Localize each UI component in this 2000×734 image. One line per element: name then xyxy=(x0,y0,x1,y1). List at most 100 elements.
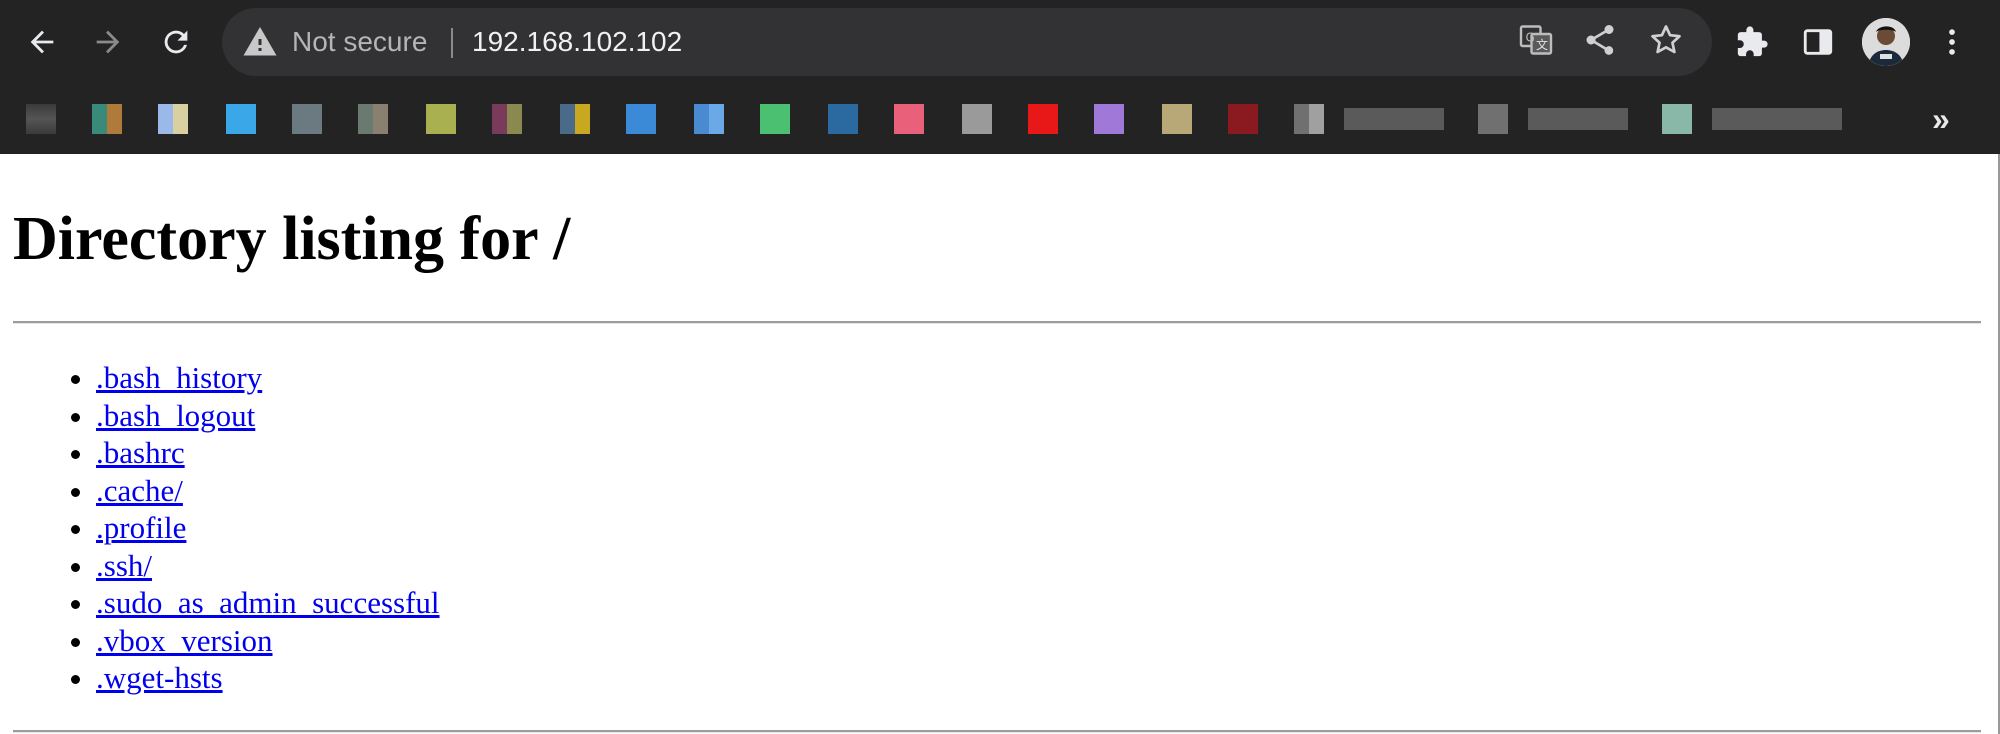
bookmark-item[interactable] xyxy=(1290,84,1446,154)
bookmark-favicon-icon xyxy=(26,104,56,134)
bookmark-item[interactable] xyxy=(1474,84,1630,154)
bookmark-star-button[interactable] xyxy=(1648,22,1688,62)
folder-link[interactable]: .ssh/ xyxy=(96,548,152,583)
bookmark-item[interactable] xyxy=(88,84,128,154)
file-link[interactable]: .bash_history xyxy=(96,360,262,395)
bookmark-favicon-icon xyxy=(1662,104,1692,134)
bookmark-item[interactable] xyxy=(1158,84,1198,154)
bookmarks-overflow-chevron-icon[interactable]: » xyxy=(1932,84,1950,154)
list-item: .cache/ xyxy=(96,472,440,510)
bookmark-favicon-icon xyxy=(1028,104,1058,134)
bookmark-favicon-icon xyxy=(92,104,122,134)
bookmark-favicon-icon xyxy=(626,104,656,134)
bookmark-label-redacted xyxy=(1712,108,1842,130)
list-item: .bash_history xyxy=(96,359,440,397)
list-item: .ssh/ xyxy=(96,547,440,585)
bookmark-item[interactable] xyxy=(622,84,662,154)
reload-button[interactable] xyxy=(146,12,206,72)
bookmark-favicon-icon xyxy=(1228,104,1258,134)
bookmark-favicon-icon xyxy=(426,104,456,134)
bookmark-favicon-icon xyxy=(1162,104,1192,134)
bookmark-item[interactable] xyxy=(1224,84,1264,154)
list-item: .sudo_as_admin_successful xyxy=(96,584,440,622)
bookmark-item[interactable] xyxy=(22,84,62,154)
profile-photo-icon xyxy=(1862,18,1910,66)
list-item: .profile xyxy=(96,509,440,547)
translate-button[interactable]: G 文 xyxy=(1518,22,1558,62)
svg-text:G: G xyxy=(1526,31,1535,45)
bookmark-item[interactable] xyxy=(1658,84,1844,154)
kebab-menu-icon xyxy=(1949,29,1955,55)
folder-link[interactable]: .cache/ xyxy=(96,473,183,508)
bookmark-item[interactable] xyxy=(488,84,528,154)
top-divider xyxy=(13,321,1981,324)
puzzle-piece-icon xyxy=(1737,26,1768,57)
security-status-label[interactable]: Not secure xyxy=(292,8,427,76)
bookmark-item[interactable] xyxy=(288,84,328,154)
bookmark-favicon-icon xyxy=(760,104,790,134)
bookmark-item[interactable] xyxy=(222,84,262,154)
address-divider xyxy=(451,28,453,58)
forward-arrow-icon xyxy=(96,30,120,54)
bookmark-item[interactable] xyxy=(154,84,194,154)
bookmark-favicon-icon xyxy=(1294,104,1324,134)
browser-toolbar: Not secure 192.168.102.102 G 文 xyxy=(0,0,2000,84)
side-panel-icon xyxy=(1803,29,1833,55)
bookmark-favicon-icon xyxy=(1094,104,1124,134)
list-item: .bash_logout xyxy=(96,397,440,435)
back-arrow-icon xyxy=(30,30,54,54)
bookmark-item[interactable] xyxy=(422,84,462,154)
bookmark-item[interactable] xyxy=(756,84,796,154)
page-content: Directory listing for / .bash_history .b… xyxy=(0,154,2000,734)
star-icon xyxy=(1651,25,1681,54)
bookmark-favicon-icon xyxy=(158,104,188,134)
bookmark-favicon-icon xyxy=(292,104,322,134)
bookmark-item[interactable] xyxy=(354,84,394,154)
bookmark-favicon-icon xyxy=(560,104,590,134)
list-item: .vbox_version xyxy=(96,622,440,660)
bookmark-favicon-icon xyxy=(492,104,522,134)
translate-icon: G 文 xyxy=(1519,25,1553,55)
svg-text:文: 文 xyxy=(1536,37,1548,52)
bookmark-favicon-icon xyxy=(962,104,992,134)
bookmark-favicon-icon xyxy=(358,104,388,134)
bookmark-favicon-icon xyxy=(694,104,724,134)
share-button[interactable] xyxy=(1582,22,1622,62)
bookmark-item[interactable] xyxy=(556,84,596,154)
bookmark-item[interactable] xyxy=(690,84,730,154)
profile-avatar[interactable] xyxy=(1862,18,1910,66)
warning-triangle-icon[interactable] xyxy=(242,24,278,60)
file-list: .bash_history .bash_logout .bashrc .cach… xyxy=(0,359,440,697)
bookmark-item[interactable] xyxy=(890,84,930,154)
bookmark-item[interactable] xyxy=(824,84,864,154)
bookmark-item[interactable] xyxy=(958,84,998,154)
bookmark-label-redacted xyxy=(1344,108,1444,130)
address-bar[interactable]: Not secure 192.168.102.102 G 文 xyxy=(222,8,1712,76)
file-link[interactable]: .vbox_version xyxy=(96,623,273,658)
list-item: .bashrc xyxy=(96,434,440,472)
list-item: .wget-hsts xyxy=(96,659,440,697)
side-panel-button[interactable] xyxy=(1788,12,1848,72)
bookmarks-bar: » xyxy=(0,84,2000,154)
extensions-button[interactable] xyxy=(1722,12,1782,72)
bottom-divider xyxy=(13,730,1981,733)
back-button[interactable] xyxy=(12,12,72,72)
share-icon xyxy=(1586,25,1614,55)
bookmark-item[interactable] xyxy=(1024,84,1064,154)
chrome-menu-button[interactable] xyxy=(1922,12,1982,72)
url-text[interactable]: 192.168.102.102 xyxy=(472,8,682,76)
page-title: Directory listing for / xyxy=(13,205,571,273)
file-link[interactable]: .wget-hsts xyxy=(96,660,223,695)
reload-icon xyxy=(164,30,188,54)
bookmark-label-redacted xyxy=(1528,108,1628,130)
file-link[interactable]: .profile xyxy=(96,510,186,545)
bookmark-favicon-icon xyxy=(1478,104,1508,134)
bookmark-favicon-icon xyxy=(894,104,924,134)
file-link[interactable]: .bash_logout xyxy=(96,398,255,433)
file-link[interactable]: .bashrc xyxy=(96,435,185,470)
bookmark-favicon-icon xyxy=(828,104,858,134)
file-link[interactable]: .sudo_as_admin_successful xyxy=(96,585,440,620)
forward-button[interactable] xyxy=(78,12,138,72)
bookmark-favicon-icon xyxy=(226,104,256,134)
bookmark-item[interactable] xyxy=(1090,84,1130,154)
